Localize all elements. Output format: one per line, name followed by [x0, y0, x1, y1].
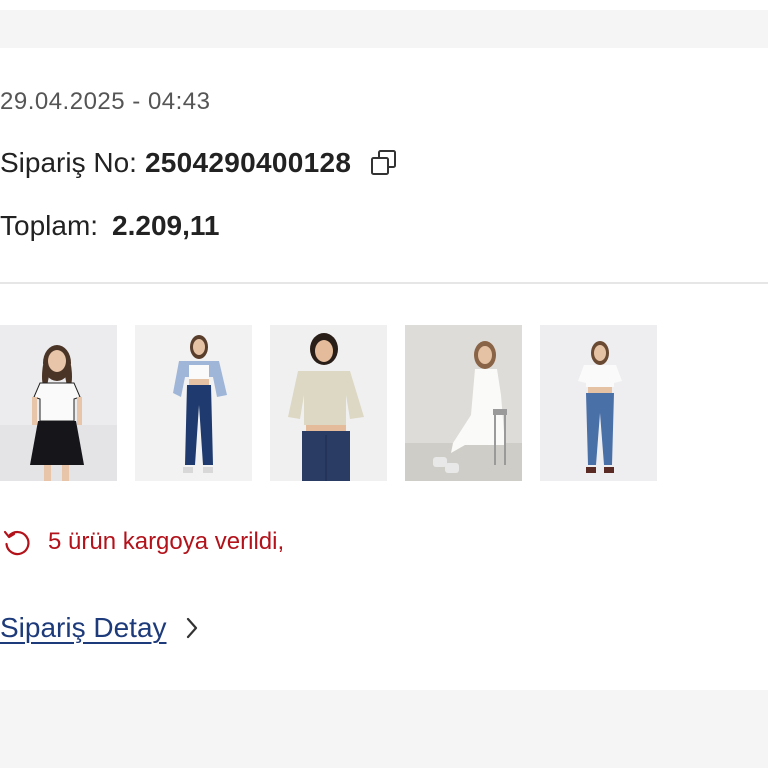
product-thumbnail-5[interactable]: [540, 325, 657, 481]
order-date: 29.04.2025 - 04:43: [0, 88, 211, 115]
product-thumbnail-4[interactable]: [405, 325, 522, 481]
product-thumbnail-1[interactable]: [0, 325, 117, 481]
copy-icon[interactable]: [369, 148, 399, 178]
order-total-row: Toplam: 2.209,11: [0, 208, 220, 244]
refresh-icon: [2, 527, 32, 557]
divider: [0, 282, 768, 284]
order-total-label: Toplam:: [0, 210, 99, 241]
order-number: 2504290400128: [144, 147, 352, 178]
order-total-value: 2.209,11: [112, 210, 220, 241]
product-thumbnail-2[interactable]: [135, 325, 252, 481]
order-number-label: Sipariş No:: [0, 147, 137, 178]
top-band: [0, 0, 768, 10]
order-detail-label[interactable]: Sipariş Detay: [0, 612, 167, 644]
chevron-right-icon[interactable]: [183, 615, 201, 641]
order-detail-link[interactable]: Sipariş Detay: [0, 610, 201, 646]
shipping-status: 5 ürün kargoya verildi,: [0, 525, 284, 559]
bottom-band: [0, 690, 768, 768]
shipping-status-text: 5 ürün kargoya verildi,: [48, 528, 285, 555]
order-number-row: Sipariş No: 2504290400128: [0, 145, 399, 181]
product-thumbnail-3[interactable]: [270, 325, 387, 481]
product-thumbnails: [0, 325, 657, 481]
